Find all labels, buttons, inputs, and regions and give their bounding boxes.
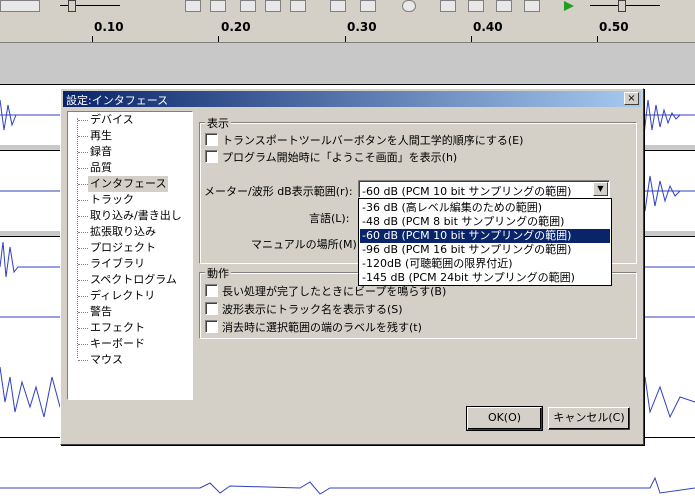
tool-button[interactable] — [240, 0, 256, 12]
show-track-name-checkbox[interactable]: 波形表示にトラック名を表示する(S) — [205, 302, 403, 316]
nav-item-libraries[interactable]: ライブラリ — [90, 256, 145, 272]
nav-item-import-export[interactable]: 取り込み/書き出し — [90, 208, 182, 224]
nav-item-effects[interactable]: エフェクト — [90, 320, 145, 336]
close-icon[interactable]: × — [624, 92, 639, 105]
volume-slider[interactable] — [60, 0, 120, 12]
checkbox-label: プログラム開始時に「ようこそ画面」を表示(h) — [222, 151, 458, 164]
fit-selection-icon[interactable] — [496, 0, 512, 12]
zoom-out-icon[interactable] — [468, 0, 484, 12]
nav-item-mouse[interactable]: マウス — [90, 352, 123, 368]
ruler-tick: 0.50 — [599, 20, 629, 34]
checkbox-box[interactable] — [205, 320, 218, 333]
language-label: 言語(L): — [309, 212, 350, 225]
meter-range-label: メーター/波形 dB表示範囲(r): — [204, 185, 353, 198]
nav-item-tracks[interactable]: トラック — [90, 192, 134, 208]
chevron-down-icon[interactable]: ▼ — [593, 182, 608, 196]
track-gap — [0, 43, 695, 83]
undo-icon[interactable] — [330, 0, 346, 12]
waveform — [0, 476, 695, 495]
dropdown-option[interactable]: -36 dB (高レベル編集のための範囲) — [360, 201, 610, 215]
ruler-tick: 0.30 — [347, 20, 377, 34]
behavior-group-label: 動作 — [205, 265, 231, 281]
dialog-titlebar[interactable]: 設定:インタフェース × — [63, 91, 641, 107]
meter-range-value: -60 dB (PCM 10 bit サンプリングの範囲) — [362, 185, 572, 198]
preferences-dialog: 設定:インタフェース × デバイス 再生 録音 品質 インタフェース トラック … — [60, 88, 644, 445]
sync-icon[interactable] — [402, 0, 416, 12]
ruler-tick: 0.20 — [221, 20, 251, 34]
checkbox-label: 長い処理が完了したときにビープを鳴らす(B) — [222, 285, 447, 298]
tool-button[interactable] — [0, 0, 40, 12]
dropdown-option[interactable]: -48 dB (PCM 8 bit サンプリングの範囲) — [360, 215, 610, 229]
meter-range-dropdown[interactable]: -36 dB (高レベル編集のための範囲) -48 dB (PCM 8 bit … — [358, 198, 612, 286]
dropdown-option[interactable]: -145 dB (PCM 24bit サンプリングの範囲) — [360, 271, 610, 285]
zoom-in-icon[interactable] — [440, 0, 456, 12]
tool-button[interactable] — [210, 0, 226, 12]
checkbox-box[interactable] — [205, 133, 218, 146]
ok-button[interactable]: OK(O) — [466, 406, 543, 431]
cancel-button[interactable]: キャンセル(C) — [548, 407, 630, 430]
meter-range-select[interactable]: -60 dB (PCM 10 bit サンプリングの範囲) ▼ — [358, 180, 610, 198]
audio-track[interactable] — [0, 437, 695, 498]
nav-item-interface[interactable]: インタフェース — [88, 176, 169, 192]
show-welcome-checkbox[interactable]: プログラム開始時に「ようこそ画面」を表示(h) — [205, 150, 457, 164]
redo-icon[interactable] — [360, 0, 376, 12]
manual-location-label: マニュアルの場所(M): — [251, 238, 361, 251]
nav-item-spectrograms[interactable]: スペクトログラム — [90, 272, 177, 288]
checkbox-box[interactable] — [205, 150, 218, 163]
tool-button[interactable] — [185, 0, 201, 12]
nav-item-warnings[interactable]: 警告 — [90, 304, 112, 320]
checkbox-label: 消去時に選択範囲の端のラベルを残す(t) — [222, 321, 422, 334]
checkbox-box[interactable] — [205, 284, 218, 297]
nav-item-extended-import[interactable]: 拡張取り込み — [90, 224, 156, 240]
nav-item-devices[interactable]: デバイス — [90, 112, 134, 128]
display-group-label: 表示 — [205, 115, 231, 131]
tool-button[interactable] — [290, 0, 306, 12]
nav-item-quality[interactable]: 品質 — [90, 160, 112, 176]
beep-checkbox[interactable]: 長い処理が完了したときにビープを鳴らす(B) — [205, 284, 446, 298]
timeline-ruler[interactable]: 0.10 0.20 0.30 0.40 0.50 — [0, 14, 695, 43]
checkbox-label: 波形表示にトラック名を表示する(S) — [222, 303, 403, 316]
dropdown-option[interactable]: -120dB (可聴範囲の限界付近) — [360, 257, 610, 271]
speed-slider[interactable] — [590, 0, 660, 12]
dropdown-option[interactable]: -96 dB (PCM 16 bit サンプリングの範囲) — [360, 243, 610, 257]
nav-item-keyboard[interactable]: キーボード — [90, 336, 145, 352]
nav-item-projects[interactable]: プロジェクト — [90, 240, 156, 256]
keep-labels-checkbox[interactable]: 消去時に選択範囲の端のラベルを残す(t) — [205, 320, 422, 334]
ergonomic-order-checkbox[interactable]: トランスポートツールバーボタンを人間工学的順序にする(E) — [205, 133, 523, 147]
ruler-tick: 0.40 — [473, 20, 503, 34]
nav-item-playback[interactable]: 再生 — [90, 128, 112, 144]
nav-item-directories[interactable]: ディレクトリ — [90, 288, 155, 304]
nav-item-recording[interactable]: 録音 — [90, 144, 112, 160]
tool-button[interactable] — [265, 0, 281, 12]
dropdown-option-selected[interactable]: -60 dB (PCM 10 bit サンプリングの範囲) — [360, 229, 610, 243]
checkbox-label: トランスポートツールバーボタンを人間工学的順序にする(E) — [222, 134, 524, 147]
fit-project-icon[interactable] — [524, 0, 540, 12]
toolbar — [0, 0, 695, 15]
preferences-nav-tree[interactable]: デバイス 再生 録音 品質 インタフェース トラック 取り込み/書き出し 拡張取… — [67, 111, 193, 400]
dialog-title: 設定:インタフェース — [66, 94, 169, 107]
checkbox-box[interactable] — [205, 302, 218, 315]
play-icon[interactable] — [562, 0, 578, 12]
ruler-tick: 0.10 — [94, 20, 124, 34]
